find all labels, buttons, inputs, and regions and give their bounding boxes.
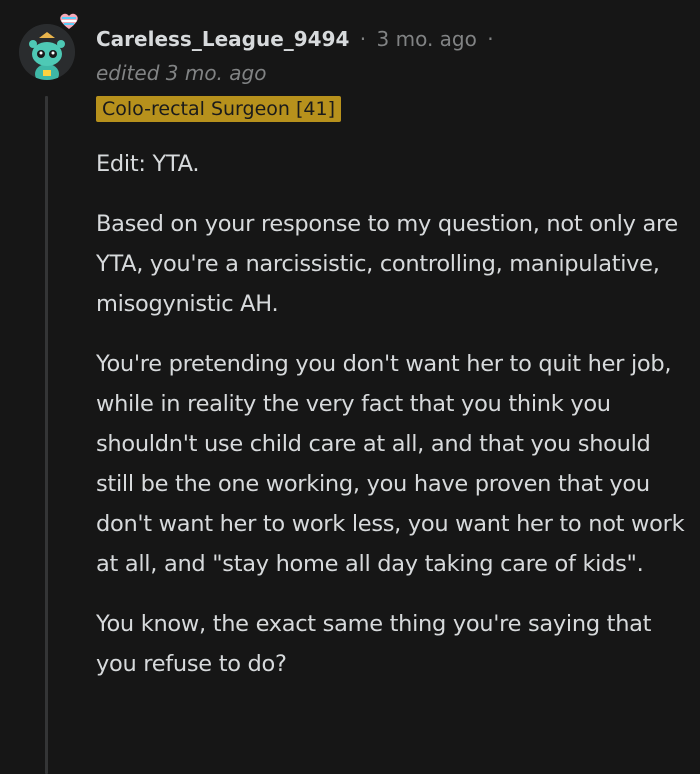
user-flair: Colo-rectal Surgeon [41]: [96, 96, 341, 122]
heart-badge-icon: [60, 13, 78, 29]
separator: ·: [359, 27, 367, 51]
thread-line[interactable]: [45, 96, 48, 774]
user-avatar[interactable]: [19, 24, 75, 80]
comment-paragraph: Edit: YTA.: [96, 151, 200, 177]
snoo-avatar-icon: [19, 24, 75, 80]
separator: ·: [487, 27, 494, 51]
comment-paragraph: You're pretending you don't want her to …: [96, 351, 685, 577]
timestamp-link[interactable]: 3 mo. ago: [377, 27, 477, 51]
edited-label: edited 3 mo. ago: [96, 61, 267, 85]
comment-body: Edit: YTA. Based on your response to my …: [96, 144, 686, 704]
username-link[interactable]: Careless_League_9494: [96, 27, 349, 51]
comment-header: Careless_League_9494 · 3 mo. ago ·: [96, 26, 690, 52]
comment-paragraph: Based on your response to my question, n…: [96, 211, 678, 317]
comment-paragraph: You know, the exact same thing you're sa…: [96, 611, 652, 677]
